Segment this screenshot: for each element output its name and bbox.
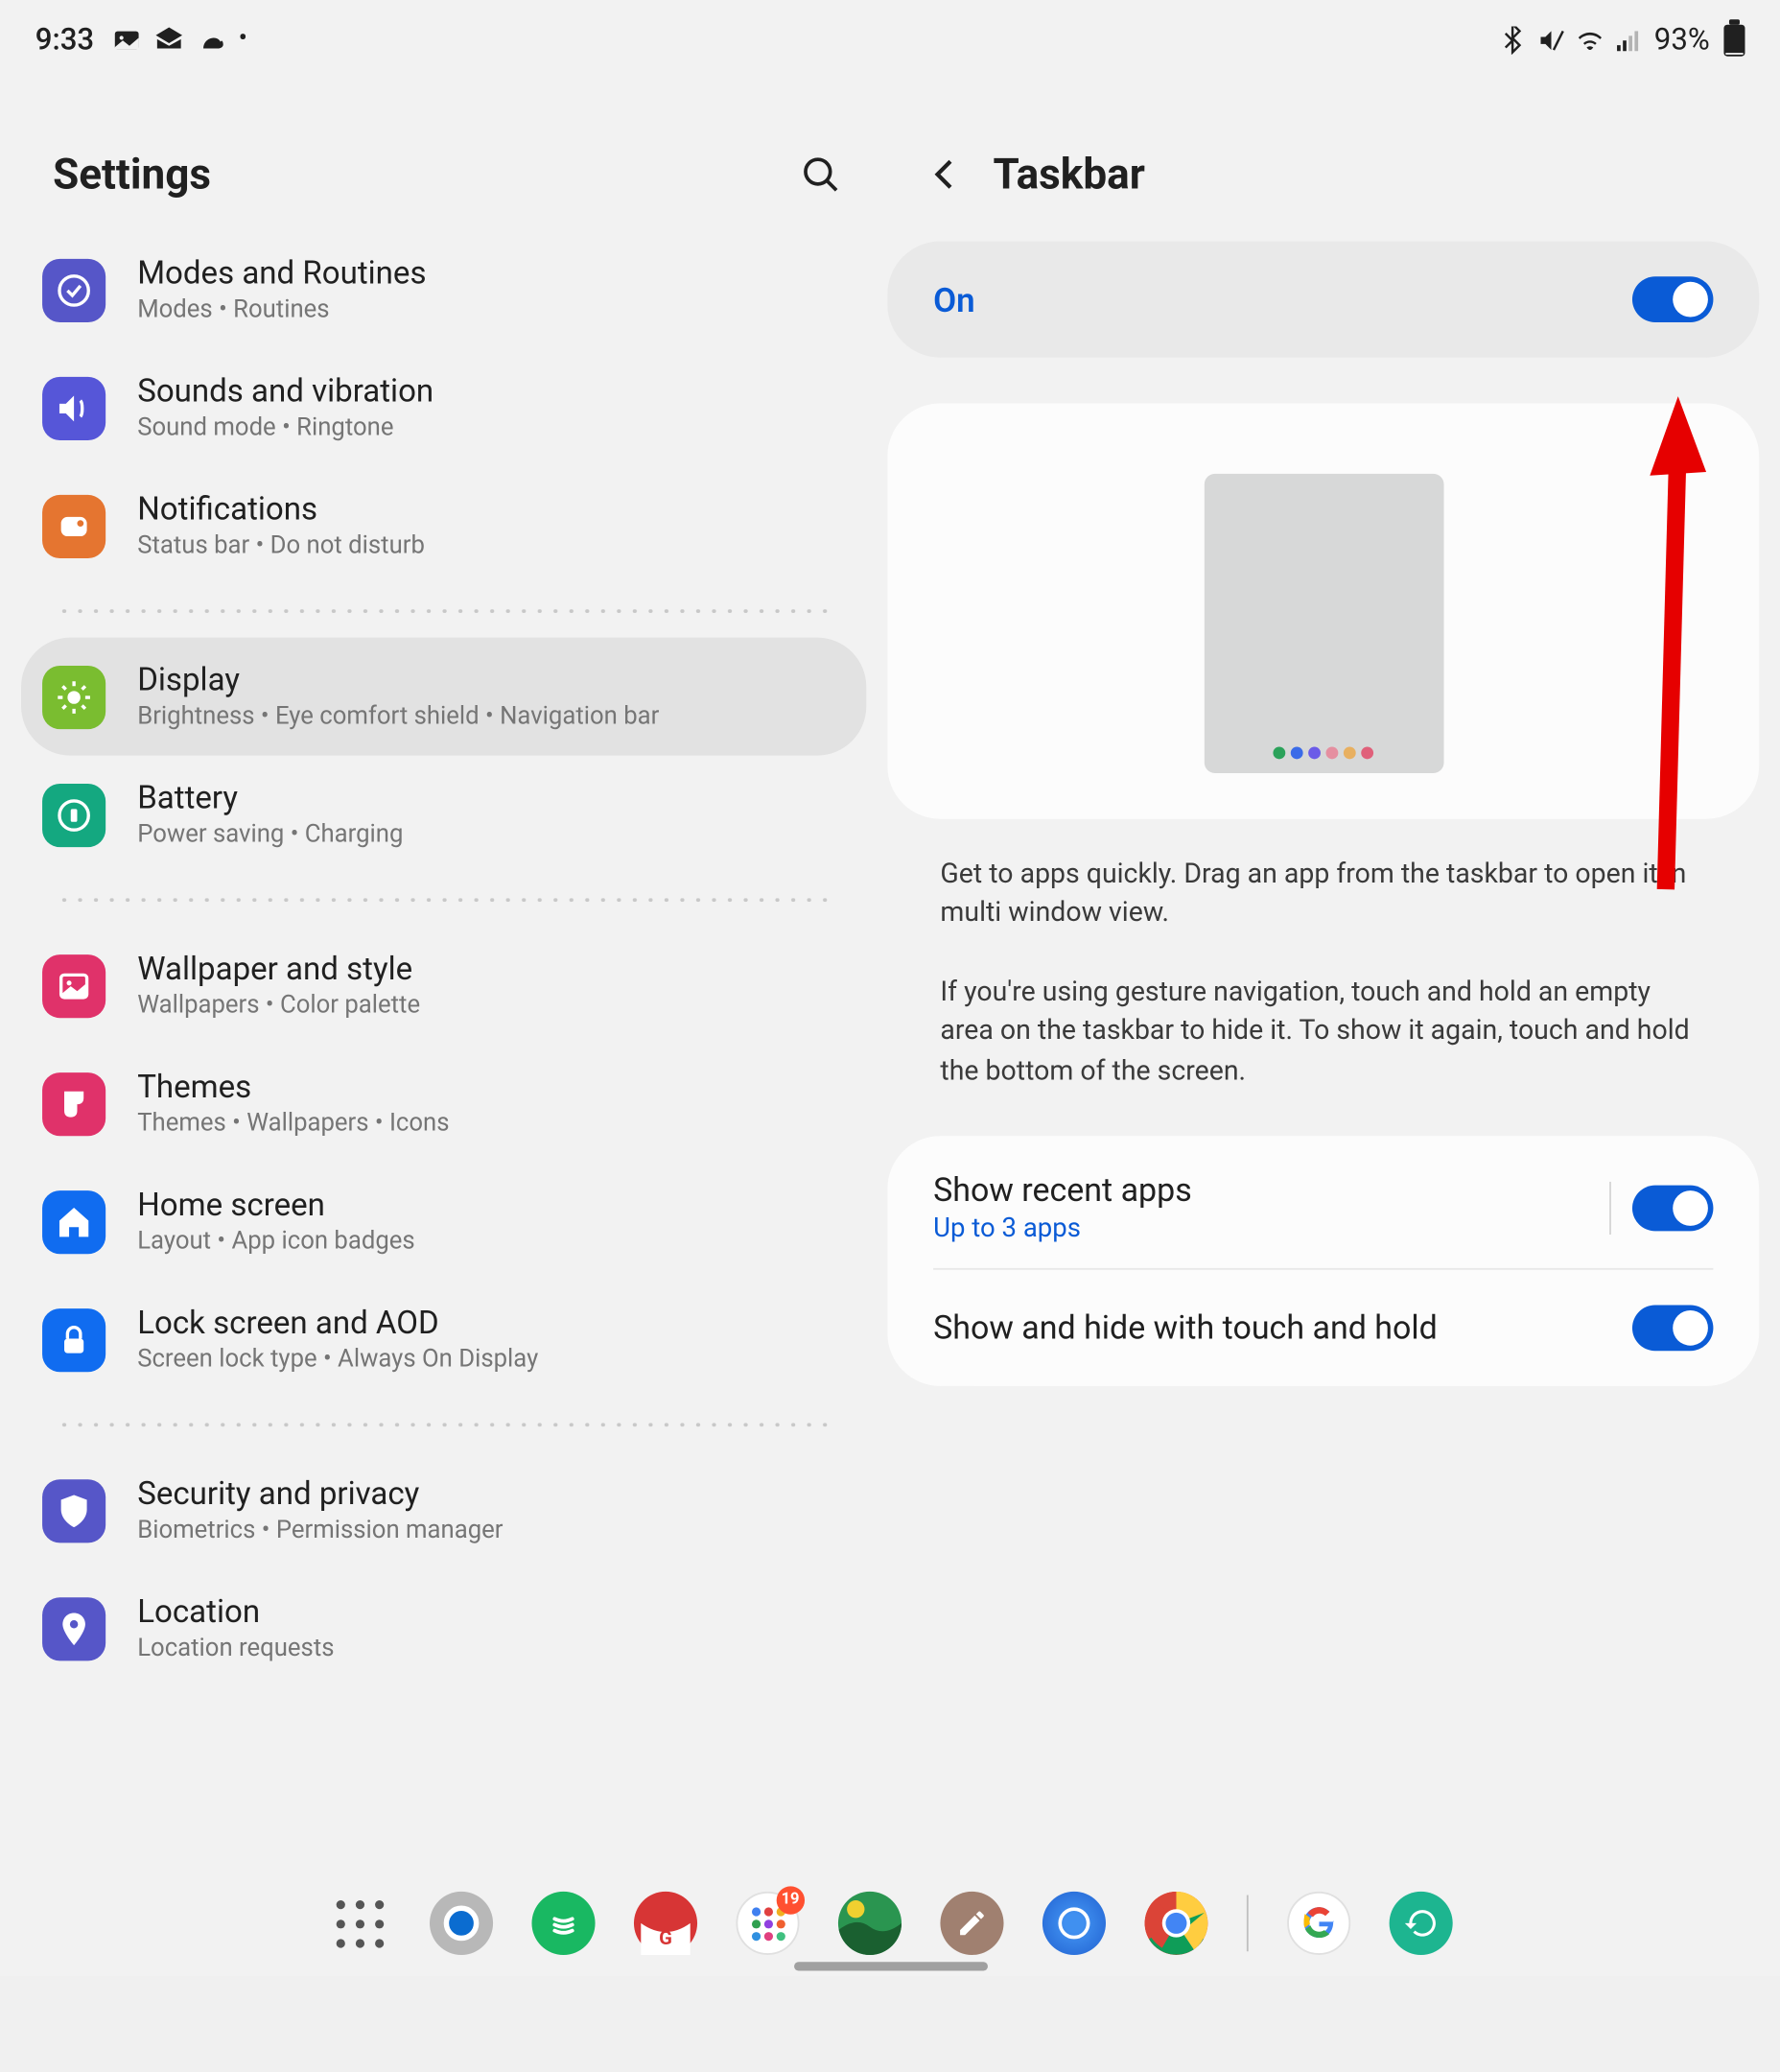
- options-card: Show recent apps Up to 3 apps Show and h…: [887, 1137, 1759, 1387]
- shield-icon: [42, 1478, 105, 1542]
- settings-item-title: Notifications: [137, 491, 845, 529]
- taskbar-recent-google[interactable]: [1287, 1892, 1350, 1955]
- option-show-hide[interactable]: Show and hide with touch and hold: [887, 1270, 1759, 1386]
- settings-item-location[interactable]: Location Location requests: [21, 1569, 866, 1687]
- status-time: 9:33: [35, 22, 94, 58]
- settings-item-battery[interactable]: Battery Power saving • Charging: [21, 756, 866, 874]
- lock-icon: [42, 1307, 105, 1371]
- settings-item-subtitle: Themes • Wallpapers • Icons: [137, 1110, 845, 1138]
- brightness-icon: [42, 665, 105, 728]
- battery-icon: [1723, 24, 1745, 56]
- check-circle-icon: [42, 258, 105, 321]
- settings-item-security-and-privacy[interactable]: Security and privacy Biometrics • Permiss…: [21, 1451, 866, 1569]
- taskbar-app-4[interactable]: 19: [736, 1892, 799, 1955]
- apps-drawer-icon[interactable]: [327, 1892, 390, 1955]
- bluetooth-icon: [1499, 26, 1527, 54]
- settings-item-subtitle: Wallpapers • Color palette: [137, 992, 845, 1020]
- back-icon[interactable]: [926, 155, 965, 194]
- wifi-icon: [1577, 26, 1604, 54]
- option-recent-apps[interactable]: Show recent apps Up to 3 apps: [887, 1137, 1759, 1269]
- settings-item-sounds-and-vibration[interactable]: Sounds and vibrationSound mode • Rington…: [21, 349, 866, 467]
- taskbar-app-3[interactable]: G: [634, 1892, 697, 1955]
- settings-item-subtitle: Screen lock type • Always On Display: [137, 1346, 845, 1374]
- nav-handle[interactable]: [793, 1962, 987, 1970]
- taskbar-app-chrome[interactable]: [1144, 1892, 1207, 1955]
- settings-item-title: Display: [137, 662, 845, 699]
- taskbar-app-6[interactable]: [940, 1892, 1003, 1955]
- settings-item-subtitle: Power saving • Charging: [137, 821, 845, 849]
- settings-item-subtitle: Brightness • Eye comfort shield • Naviga…: [137, 703, 845, 731]
- settings-item-subtitle: Biometrics • Permission manager: [137, 1517, 845, 1544]
- settings-item-title: Modes and Routines: [137, 255, 845, 293]
- settings-title: Settings: [53, 150, 211, 199]
- master-toggle-label: On: [933, 279, 975, 319]
- pin-icon: [42, 1596, 105, 1660]
- detail-pane: Taskbar On G: [887, 80, 1780, 1874]
- taskbar-app-2[interactable]: [531, 1892, 595, 1955]
- battery-percent: 93%: [1654, 22, 1710, 58]
- taskbar-badge: 19: [776, 1886, 805, 1914]
- settings-item-title: Sounds and vibration: [137, 373, 845, 411]
- mute-icon: [1538, 26, 1566, 54]
- settings-sidebar: Settings Modes and RoutinesModes • Routi…: [0, 80, 887, 1874]
- settings-item-modes-and-routines[interactable]: Modes and RoutinesModes • Routines: [21, 231, 866, 349]
- settings-item-home-screen[interactable]: Home screen Layout • App icon badges: [21, 1163, 866, 1281]
- settings-item-display[interactable]: Display Brightness • Eye comfort shield •…: [21, 638, 866, 756]
- settings-item-title: Lock screen and AOD: [137, 1305, 845, 1342]
- notif-icon: [42, 494, 105, 557]
- taskbar-recent-2[interactable]: [1390, 1892, 1453, 1955]
- system-taskbar: G 19: [0, 1874, 1780, 1976]
- settings-item-subtitle: Layout • App icon badges: [137, 1228, 845, 1256]
- detail-title: Taskbar: [994, 150, 1145, 199]
- taskbar-app-1[interactable]: [430, 1892, 493, 1955]
- status-left-icons: •: [112, 24, 247, 56]
- settings-item-subtitle: Sound mode • Ringtone: [137, 413, 845, 441]
- description-text: Get to apps quickly. Drag an app from th…: [887, 819, 1759, 1130]
- volume-icon: [42, 376, 105, 439]
- battery-circ-icon: [42, 783, 105, 846]
- settings-item-wallpaper-and-style[interactable]: Wallpaper and style Wallpapers • Color pa…: [21, 927, 866, 1045]
- settings-item-title: Location: [137, 1594, 845, 1632]
- settings-item-subtitle: Location requests: [137, 1635, 845, 1662]
- settings-item-subtitle: Modes • Routines: [137, 295, 845, 323]
- master-toggle-switch[interactable]: [1632, 276, 1713, 322]
- settings-item-title: Security and privacy: [137, 1476, 845, 1514]
- settings-item-title: Battery: [137, 780, 845, 817]
- settings-item-title: Themes: [137, 1069, 845, 1106]
- status-bar: 9:33 • 93%: [0, 0, 1780, 80]
- svg-text:G: G: [659, 1926, 672, 1949]
- brush-icon: [42, 1071, 105, 1135]
- settings-item-title: Home screen: [137, 1187, 845, 1224]
- show-hide-toggle[interactable]: [1632, 1306, 1713, 1352]
- settings-item-themes[interactable]: Themes Themes • Wallpapers • Icons: [21, 1045, 866, 1163]
- preview-card: [887, 403, 1759, 818]
- preview-device: [1204, 474, 1443, 773]
- settings-item-notifications[interactable]: NotificationsStatus bar • Do not disturb: [21, 467, 866, 585]
- image-icon: [42, 954, 105, 1017]
- settings-item-subtitle: Status bar • Do not disturb: [137, 531, 845, 559]
- settings-item-lock-screen-and-aod[interactable]: Lock screen and AOD Screen lock type • Al…: [21, 1281, 866, 1399]
- taskbar-app-7[interactable]: [1042, 1892, 1106, 1955]
- home-icon: [42, 1189, 105, 1253]
- settings-item-title: Wallpaper and style: [137, 951, 845, 988]
- search-icon[interactable]: [800, 153, 842, 196]
- recent-apps-toggle[interactable]: [1632, 1185, 1713, 1231]
- master-toggle-card[interactable]: On: [887, 242, 1759, 358]
- signal-icon: [1615, 26, 1643, 54]
- taskbar-app-5[interactable]: [838, 1892, 902, 1955]
